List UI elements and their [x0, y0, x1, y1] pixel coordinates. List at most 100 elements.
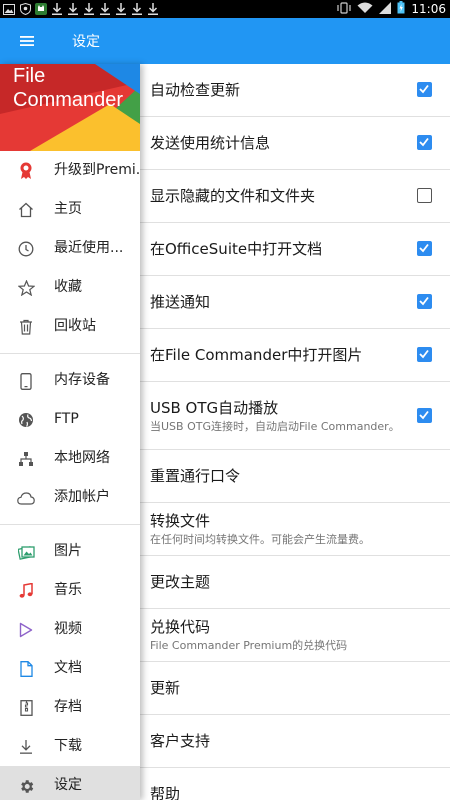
drawer-item[interactable]: 视频 — [0, 610, 140, 649]
setting-checkbox[interactable] — [417, 347, 432, 362]
download-icon — [131, 3, 143, 15]
navigation-drawer: File Commander 升级到Premi... 主页 最近使用... 收藏 回收站… — [0, 64, 140, 800]
hamburger-menu-icon[interactable] — [0, 18, 54, 64]
setting-checkbox[interactable] — [417, 135, 432, 150]
drawer-item[interactable]: FTP — [0, 400, 140, 439]
signal-icon — [379, 1, 392, 17]
drawer-item-label: 设定 — [54, 777, 82, 793]
settings-list: 自动检查更新发送使用统计信息显示隐藏的文件和文件夹 在OfficeSuite中打开… — [140, 64, 450, 800]
drawer-item[interactable]: 回收站 — [0, 307, 140, 346]
drawer-item-label: 内存设备 — [54, 372, 110, 388]
document-icon — [17, 660, 35, 678]
pictures-icon — [17, 543, 35, 561]
settings-row[interactable]: 自动检查更新 — [140, 64, 450, 117]
star-icon — [17, 279, 35, 297]
drawer-item[interactable]: 本地网络 — [0, 439, 140, 478]
download-icon — [17, 738, 35, 756]
settings-row[interactable]: 在File Commander中打开图片 — [140, 329, 450, 382]
drawer-item-label: 本地网络 — [54, 450, 110, 466]
drawer-item-label: 升级到Premi... — [54, 162, 140, 178]
drawer-item[interactable]: 音乐 — [0, 571, 140, 610]
settings-row-title: 推送通知 — [150, 293, 211, 311]
download-icon — [51, 3, 63, 15]
premium-badge-icon — [17, 162, 35, 180]
drawer-item[interactable]: 下载 — [0, 727, 140, 766]
settings-row[interactable]: 显示隐藏的文件和文件夹 — [140, 170, 450, 223]
drawer-item-label: 回收站 — [54, 318, 96, 334]
settings-row[interactable]: 重置通行口令 — [140, 450, 450, 503]
drawer-item[interactable]: 添加帐户 — [0, 478, 140, 517]
download-icon — [115, 3, 127, 15]
drawer-item[interactable]: 存档 — [0, 688, 140, 727]
settings-row-title: 帮助 — [150, 785, 181, 800]
phone-icon — [17, 372, 35, 390]
drawer-item[interactable]: 设定 — [0, 766, 140, 800]
drawer-item-label: FTP — [54, 411, 79, 427]
settings-row-title: 在File Commander中打开图片 — [150, 346, 363, 364]
drawer-item-label: 视频 — [54, 621, 82, 637]
settings-row[interactable]: 更改主题 — [140, 556, 450, 609]
drawer-item[interactable]: 内存设备 — [0, 361, 140, 400]
trash-icon — [17, 318, 35, 336]
app-bar: 设定 — [0, 18, 450, 64]
music-icon — [17, 582, 35, 600]
settings-row-title: 兑换代码 — [150, 618, 211, 636]
setting-checkbox[interactable] — [417, 188, 432, 203]
drawer-item-label: 文档 — [54, 660, 82, 676]
settings-row[interactable]: USB OTG自动播放当USB OTG连接时，自动启动File Commande… — [140, 382, 450, 450]
settings-row[interactable]: 发送使用统计信息 — [140, 117, 450, 170]
settings-row-title: 客户支持 — [150, 732, 211, 750]
drawer-item-label: 主页 — [54, 201, 82, 217]
settings-row-title: USB OTG自动播放 — [150, 398, 279, 417]
status-clock: 11:06 — [411, 2, 446, 16]
settings-row[interactable]: 推送通知 — [140, 276, 450, 329]
drawer-item[interactable]: 升级到Premi... — [0, 151, 140, 190]
settings-row[interactable]: 转换文件 在任何时间均转换文件。可能会产生流量费。 — [140, 503, 450, 556]
drawer-item-label: 添加帐户 — [54, 489, 110, 505]
drawer-divider — [0, 524, 140, 525]
download-icon — [83, 3, 95, 15]
drawer-item-label: 下载 — [54, 738, 82, 754]
system-icons: 11:06 — [337, 0, 446, 18]
settings-row[interactable]: 客户支持 — [140, 715, 450, 768]
cat-icon — [35, 3, 47, 15]
shield-icon — [19, 3, 31, 15]
wifi-icon — [357, 2, 373, 17]
drawer-item[interactable]: 文档 — [0, 649, 140, 688]
settings-row-title: 显示隐藏的文件和文件夹 — [150, 187, 316, 205]
drawer-item-label: 存档 — [54, 699, 82, 715]
download-icon — [147, 3, 159, 15]
drawer-item[interactable]: 最近使用... — [0, 229, 140, 268]
settings-row[interactable]: 更新 — [140, 662, 450, 715]
drawer-item[interactable]: 主页 — [0, 190, 140, 229]
settings-row-title: 重置通行口令 — [150, 467, 241, 485]
download-icon — [99, 3, 111, 15]
settings-row-title: 更改主题 — [150, 573, 211, 591]
drawer-item[interactable]: 收藏 — [0, 268, 140, 307]
video-play-icon — [17, 621, 35, 639]
drawer-item-label: 最近使用... — [54, 240, 124, 256]
archive-icon — [17, 699, 35, 717]
drawer-item-label: 收藏 — [54, 279, 82, 295]
setting-checkbox[interactable] — [417, 294, 432, 309]
battery-icon — [397, 1, 405, 17]
settings-row-title: 在OfficeSuite中打开文档 — [150, 240, 323, 258]
globe-icon — [17, 411, 35, 429]
settings-row[interactable]: 兑换代码 File Commander Premium的兑换代码 — [140, 609, 450, 662]
settings-row-title: 转换文件 — [150, 512, 211, 530]
drawer-item-label: 音乐 — [54, 582, 82, 598]
gear-icon — [17, 777, 35, 795]
setting-checkbox[interactable] — [417, 407, 432, 423]
settings-row[interactable]: 帮助 — [140, 768, 450, 800]
setting-checkbox[interactable] — [417, 241, 432, 256]
settings-row[interactable]: 在OfficeSuite中打开文档 — [140, 223, 450, 276]
setting-checkbox[interactable] — [417, 82, 432, 97]
network-icon — [17, 450, 35, 468]
home-icon — [17, 201, 35, 219]
notification-icons — [3, 1, 159, 17]
settings-row-subtitle: 当USB OTG连接时，自动启动File Commander。 — [150, 419, 400, 433]
settings-row-title: 自动检查更新 — [150, 81, 241, 99]
download-icon — [67, 3, 79, 15]
vibrate-icon — [337, 1, 352, 17]
drawer-item[interactable]: 图片 — [0, 532, 140, 571]
